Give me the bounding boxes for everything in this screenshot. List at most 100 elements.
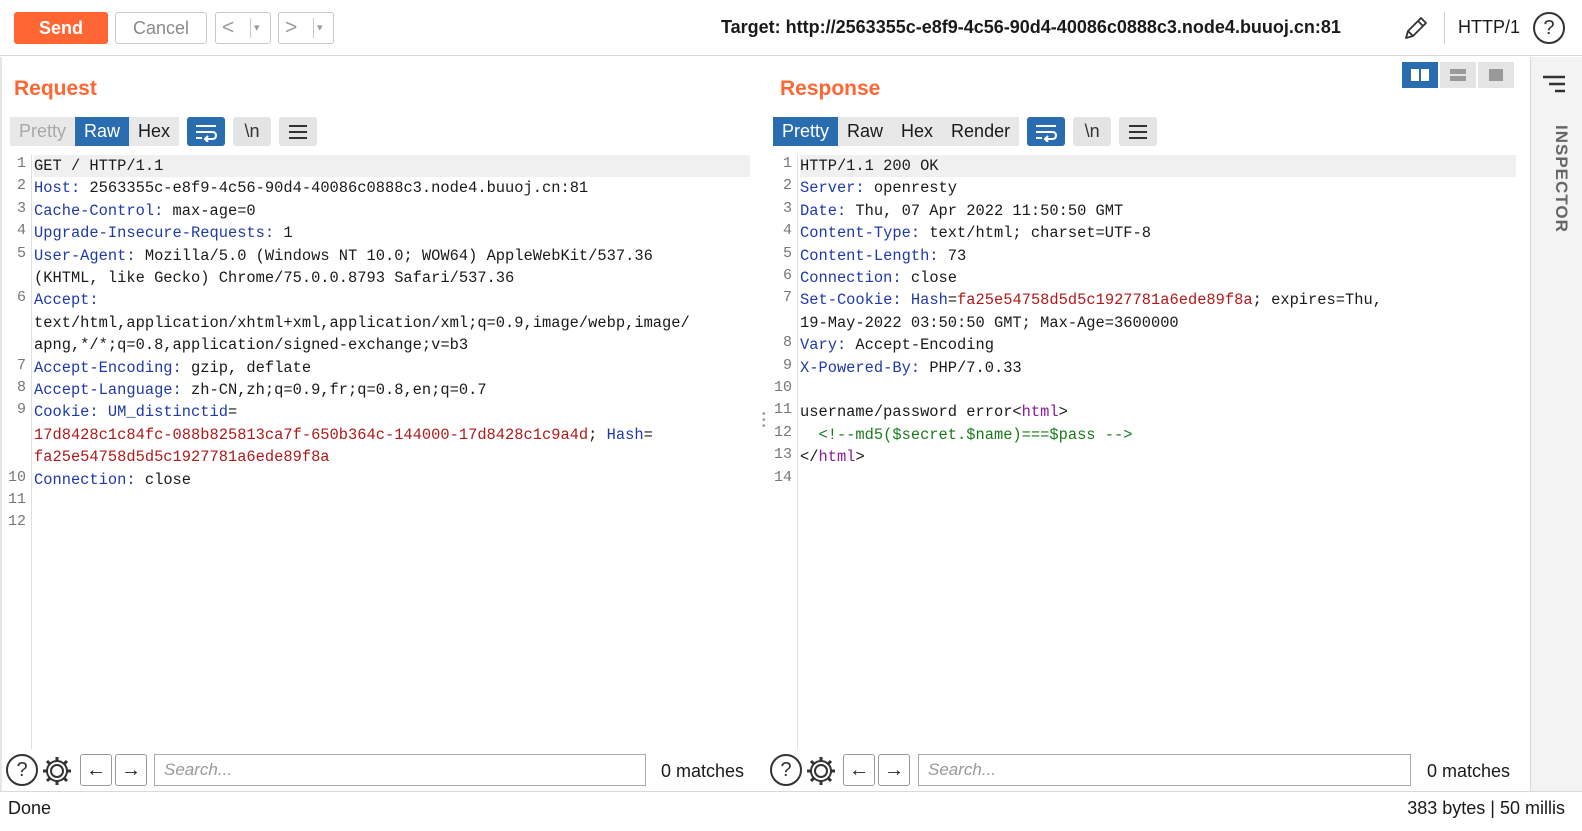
code-line: </html> <box>800 446 865 468</box>
status-text: Done <box>8 798 52 818</box>
line-number: 2 <box>782 177 792 195</box>
search-input[interactable] <box>154 754 646 786</box>
show-newlines-button[interactable]: \n <box>1073 117 1112 146</box>
line-number: 7 <box>782 289 792 307</box>
show-newlines-button[interactable]: \n <box>233 117 272 146</box>
header-name: Hash <box>606 425 644 444</box>
code-line: Server: openresty <box>800 177 957 199</box>
layout-side-by-side-button[interactable] <box>1402 62 1438 88</box>
line-number: 8 <box>16 379 26 396</box>
word-wrap-button[interactable] <box>187 117 226 146</box>
code-text: HTTP/1.1 200 OK <box>800 157 939 175</box>
header-name: Hash <box>910 291 948 310</box>
pencil-icon[interactable] <box>1402 14 1430 42</box>
layout-single-button[interactable] <box>1478 62 1514 88</box>
code-line: text/html,application/xhtml+xml,applicat… <box>34 312 690 334</box>
help-icon[interactable]: ? <box>6 754 38 786</box>
response-editor[interactable]: 1 2 3 4 5 6 7 8 9 10 11 12 13 14 HTTP/1.1 200 OK Serve… <box>768 155 1518 749</box>
columns-icon <box>1411 69 1429 81</box>
html-tag: html <box>818 448 856 467</box>
code-line: <!--md5($secret.$name)===$pass --> <box>800 424 1133 446</box>
tab-pretty[interactable]: Pretty <box>10 117 76 146</box>
request-view-tabs: Pretty Raw Hex \n <box>10 117 318 146</box>
rows-icon <box>1450 69 1466 81</box>
menu-button[interactable] <box>279 117 318 146</box>
help-icon[interactable]: ? <box>770 754 802 786</box>
top-toolbar: Send Cancel < ▾ > ▾ Target: http://25633… <box>0 0 1582 56</box>
search-previous-button[interactable]: ← <box>843 754 875 786</box>
status-bar: Done 383 bytes | 50 millis <box>0 791 1582 831</box>
send-button[interactable]: Send <box>14 12 108 44</box>
request-editor[interactable]: 1 2 3 4 5 6 7 8 9 10 11 12 GET / HTTP/1.1 Host: 2563… <box>2 155 752 749</box>
tab-render[interactable]: Render <box>942 117 1020 146</box>
match-count: 0 matches <box>661 761 745 781</box>
line-number: 1 <box>782 155 792 172</box>
header-name: Accept-Language: <box>34 381 182 399</box>
code-text: > <box>1058 403 1068 422</box>
tab-hex[interactable]: Hex <box>129 117 180 146</box>
code-line: Upgrade-Insecure-Requests: 1 <box>34 222 293 244</box>
line-number: 13 <box>773 446 792 464</box>
word-wrap-button[interactable] <box>1027 117 1066 146</box>
caret-down-icon[interactable]: ▾ <box>254 21 260 34</box>
inspector-tab[interactable]: INSPECTOR <box>1541 125 1571 233</box>
line-number: 6 <box>16 289 26 307</box>
tab-hex[interactable]: Hex <box>892 117 943 146</box>
tab-raw[interactable]: Raw <box>838 117 893 146</box>
request-pane: Request Pretty Raw Hex \n 1 2 3 4 5 6 7 8 9 10 11 1… <box>0 57 760 791</box>
line-number: 2 <box>16 177 26 195</box>
code-text: close <box>135 470 192 489</box>
divider <box>313 18 314 38</box>
hamburger-icon <box>289 124 308 139</box>
code-text: = <box>947 291 958 310</box>
code-line: Connection: close <box>34 469 191 491</box>
inspector-menu-icon[interactable] <box>1541 71 1567 97</box>
line-number: 10 <box>7 468 26 486</box>
code-text: text/html; charset=UTF-8 <box>920 224 1151 243</box>
search-next-button[interactable]: → <box>115 754 147 786</box>
code-line: HTTP/1.1 200 OK <box>800 155 939 177</box>
code-line: Accept-Language: zh-CN,zh;q=0.9,fr;q=0.8… <box>34 379 487 401</box>
tab-pretty[interactable]: Pretty <box>773 117 839 146</box>
code-line: (KHTML, like Gecko) Chrome/75.0.0.8793 S… <box>34 267 514 289</box>
line-number: 12 <box>7 513 26 531</box>
layout-stacked-button[interactable] <box>1440 62 1476 88</box>
header-name: Host: <box>34 179 81 198</box>
search-input[interactable] <box>918 754 1411 786</box>
line-number: 4 <box>782 222 792 240</box>
code-text: = <box>227 403 238 422</box>
gear-icon[interactable] <box>40 754 74 788</box>
line-number: 8 <box>782 334 792 352</box>
cancel-button[interactable]: Cancel <box>115 12 207 44</box>
line-number: 10 <box>773 379 792 396</box>
help-icon[interactable]: ? <box>1533 12 1565 44</box>
code-line: Cache-Control: max-age=0 <box>34 200 256 222</box>
history-back-button[interactable]: < ▾ <box>215 12 271 44</box>
html-comment: <!--md5($secret.$name)===$pass --> <box>800 425 1133 444</box>
response-pane: Response Pretty Raw Hex Render \n 123456… <box>768 57 1526 791</box>
header-name: Cookie: <box>34 403 99 422</box>
pane-resize-handle[interactable]: • • • <box>762 410 766 432</box>
http-version-toggle[interactable]: HTTP/1 <box>1458 17 1520 38</box>
line-number: 3 <box>16 199 26 217</box>
response-search-bar: ? ← → 0 matches <box>768 752 1526 788</box>
line-number: 4 <box>16 222 26 240</box>
code-text: GET / HTTP/1.1 <box>34 157 164 175</box>
tab-raw[interactable]: Raw <box>75 117 130 146</box>
chevron-left-icon: < <box>222 16 235 39</box>
search-previous-button[interactable]: ← <box>80 754 112 786</box>
code-line: fa25e54758d5d5c1927781a6ede89f8a <box>34 446 330 468</box>
history-forward-button[interactable]: > ▾ <box>278 12 334 44</box>
code-text: ; <box>588 425 607 444</box>
code-text: zh-CN,zh;q=0.9,fr;q=0.8,en;q=0.7 <box>181 381 487 399</box>
code-text: text/html,application/xhtml+xml,applicat… <box>34 313 690 332</box>
gear-icon[interactable] <box>804 754 838 788</box>
code-line: 17d8428c1c84fc-088b825813ca7f-650b364c-1… <box>34 424 653 446</box>
header-name: Accept-Encoding: <box>34 358 182 377</box>
search-next-button[interactable]: → <box>878 754 910 786</box>
menu-button[interactable] <box>1119 117 1158 146</box>
caret-down-icon[interactable]: ▾ <box>317 21 323 34</box>
chevron-right-icon: > <box>285 16 298 39</box>
cookie-value: fa25e54758d5d5c1927781a6ede89f8a <box>34 448 330 467</box>
